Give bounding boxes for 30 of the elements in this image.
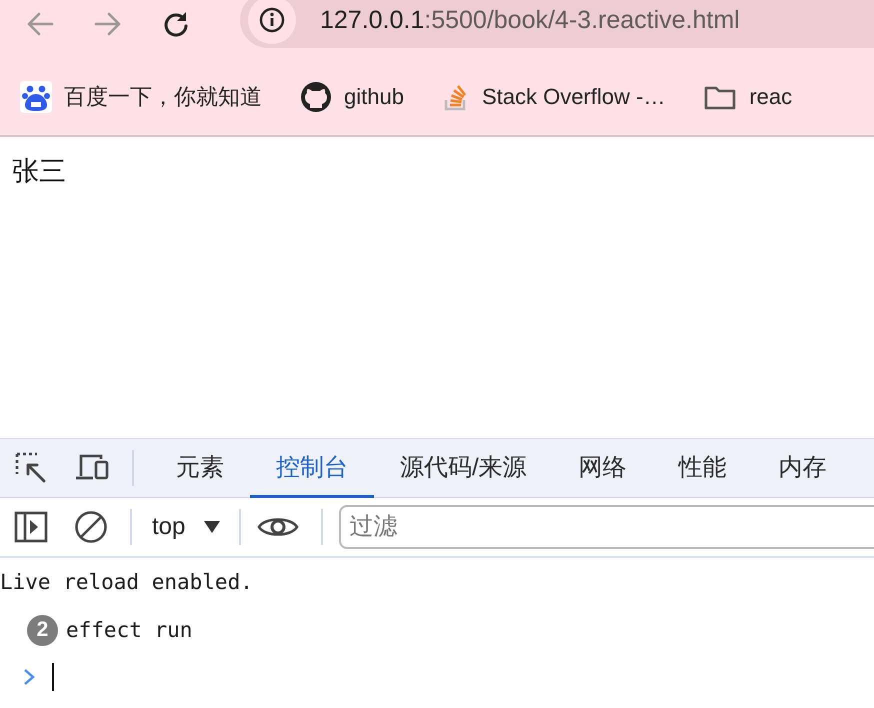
bookmark-label: github (344, 84, 404, 110)
bookmark-label: reac (749, 84, 792, 110)
inspect-element-icon[interactable] (14, 451, 48, 485)
clear-console-icon[interactable] (74, 510, 108, 544)
prompt-chevron-icon (22, 667, 36, 687)
bookmark-label: Stack Overflow -… (482, 84, 666, 110)
caret-icon (203, 520, 222, 534)
address-bar[interactable]: 127.0.0.1:5500/book/4-3.reactive.html (240, 0, 874, 48)
console-message: effect run (66, 618, 192, 642)
devtools-tab[interactable]: 网络 (552, 439, 653, 498)
bookmark[interactable]: 百度一下，你就知道 (20, 81, 262, 113)
repeat-count-badge: 2 (27, 614, 58, 646)
bookmark-label: 百度一下，你就知道 (64, 83, 262, 111)
bookmark[interactable]: reac (703, 83, 792, 111)
bookmark[interactable]: github (300, 81, 404, 113)
devtools-tab[interactable]: 性能 (652, 439, 753, 498)
paw-icon (20, 81, 52, 113)
devtools-tab[interactable]: 元素 (150, 439, 250, 498)
url-text: 127.0.0.1:5500/book/4-3.reactive.html (320, 6, 740, 34)
devtools-tab[interactable]: 控制台 (250, 439, 374, 498)
console-message: Live reload enabled. (0, 570, 253, 594)
devtools-tab[interactable]: 内存 (752, 439, 853, 498)
page-text: 张三 (12, 156, 66, 186)
bookmark[interactable]: Stack Overflow -… (442, 82, 666, 112)
context-dropdown[interactable]: top (148, 513, 226, 541)
filter-field[interactable]: 过滤 (339, 505, 874, 549)
devtools-tab[interactable]: 源代码/来源 (374, 439, 553, 498)
site-info-icon[interactable] (248, 0, 296, 44)
sidebar-toggle-icon[interactable] (14, 511, 48, 543)
cat-silhouette-icon (300, 81, 332, 113)
